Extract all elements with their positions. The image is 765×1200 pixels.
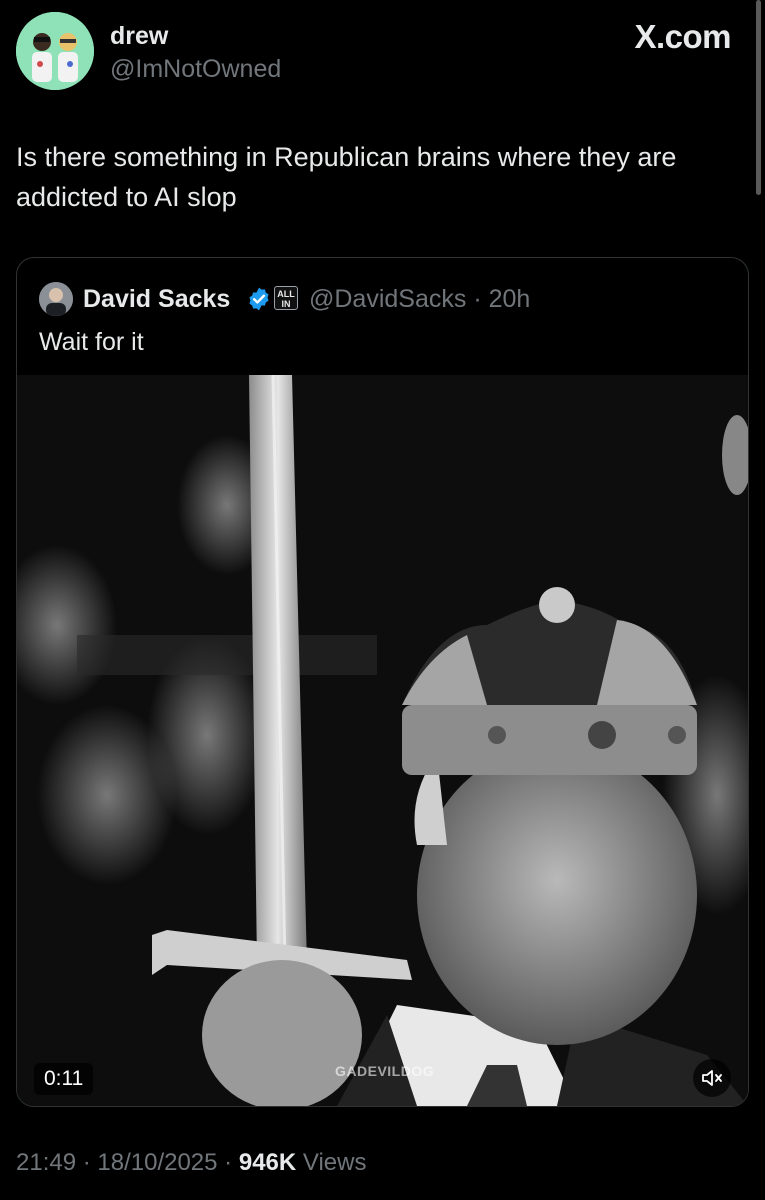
scrollbar[interactable] [756,0,761,195]
author-handle[interactable]: @ImNotOwned [110,55,281,84]
post-meta: 21:49 · 18/10/2025 · 946K Views [16,1149,366,1177]
affiliate-badge[interactable]: ALL IN [274,286,298,310]
video-duration: 0:11 [34,1063,94,1095]
post-text: Is there something in Republican brains … [16,142,677,212]
avatar-illustration [16,12,94,90]
quoted-post-card[interactable]: David Sacks ALL IN @DavidSacks · 20h Wai… [16,257,749,1107]
quoted-post-text: Wait for it [39,328,144,356]
quoted-author-avatar[interactable] [39,282,73,316]
author-avatar[interactable] [16,12,94,90]
video-player[interactable]: 0:11 GADEVILDOG [17,375,748,1106]
quoted-author-name[interactable]: David Sacks [83,285,230,314]
volume-muted-icon [702,1070,722,1086]
video-watermark: GADEVILDOG [335,1063,435,1079]
quoted-handle-time[interactable]: @DavidSacks · 20h [309,285,530,314]
brand-logo: X.com [634,18,731,55]
video-frame [17,375,748,1106]
views-count: 946K [238,1149,297,1176]
quoted-avatar-illustration [39,282,73,316]
views-label: Views [302,1149,367,1176]
mute-button[interactable] [693,1059,731,1097]
post-timestamp[interactable]: 21:49 · 18/10/2025 · [16,1149,232,1176]
author-display-name[interactable]: drew [110,22,168,51]
verified-badge-icon [249,287,269,311]
